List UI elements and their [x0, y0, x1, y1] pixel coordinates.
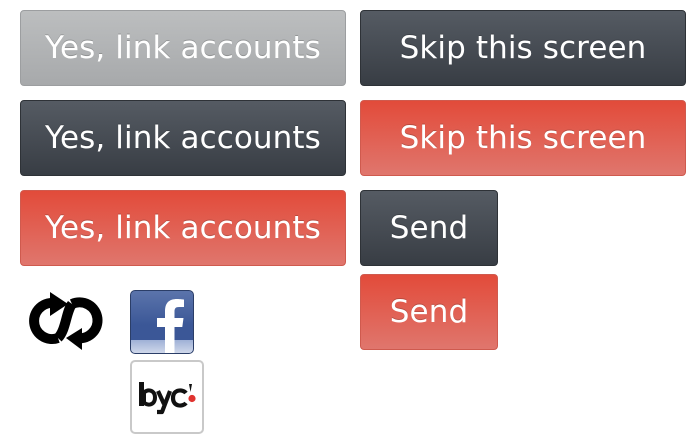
button-showcase: Yes, link accounts Yes, link accounts Ye… [0, 0, 698, 448]
skip-screen-button-dark[interactable]: Skip this screen [360, 10, 686, 86]
facebook-f-glyph [157, 299, 184, 353]
facebook-icon[interactable] [130, 290, 194, 354]
link-accounts-button-red[interactable]: Yes, link accounts [20, 190, 346, 266]
byc-logo-icon[interactable] [130, 360, 204, 434]
byc-logo-glyph [139, 382, 196, 415]
link-accounts-button-dark[interactable]: Yes, link accounts [20, 100, 346, 176]
sync-icon[interactable] [20, 290, 110, 352]
skip-screen-button-red[interactable]: Skip this screen [360, 100, 686, 176]
link-accounts-button-disabled[interactable]: Yes, link accounts [20, 10, 346, 86]
send-button-red[interactable]: Send [360, 274, 498, 350]
send-button-dark[interactable]: Send [360, 190, 498, 266]
